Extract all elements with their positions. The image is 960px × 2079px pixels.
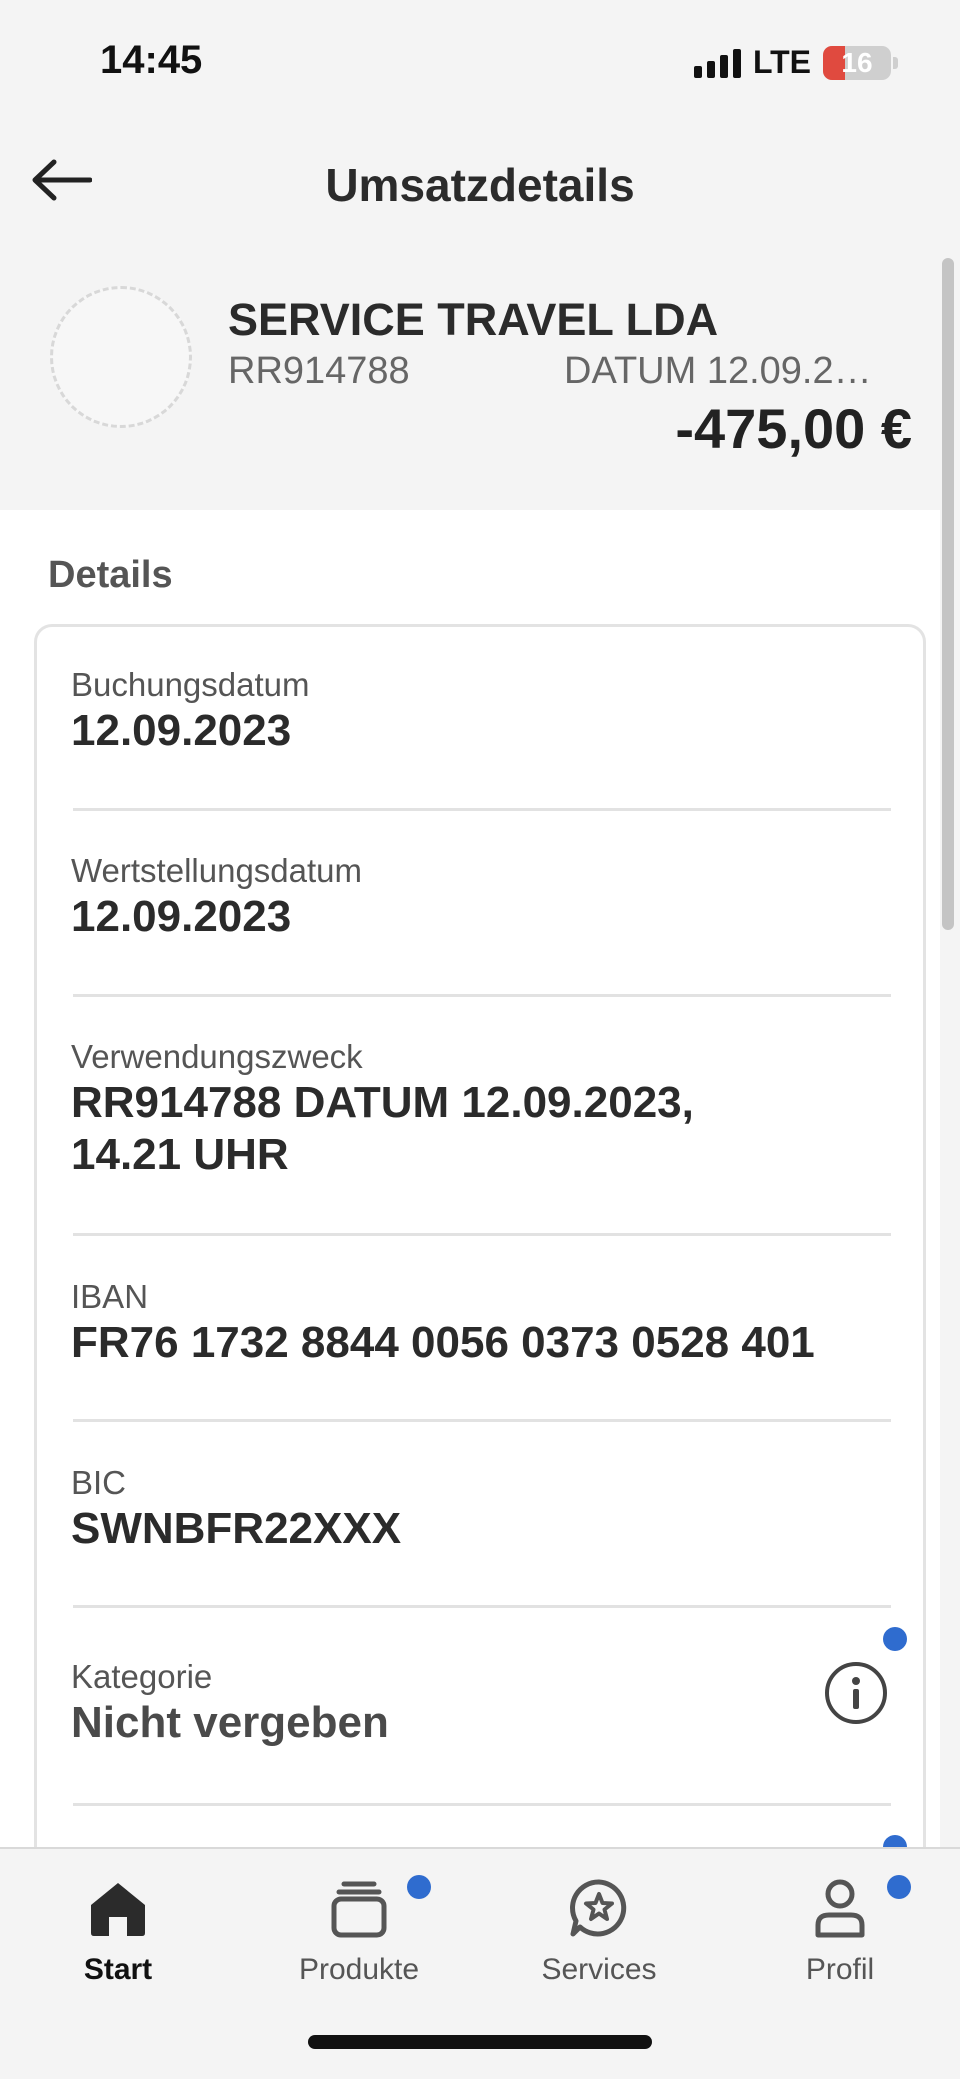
status-bar: 14:45 LTE 16: [0, 0, 960, 120]
transaction-reference: RR914788: [228, 350, 410, 392]
row-value: Nicht vergeben: [71, 1698, 389, 1747]
divider: [73, 1803, 891, 1806]
notification-dot: [883, 1627, 907, 1651]
divider: [73, 1233, 891, 1236]
network-type: LTE: [752, 44, 811, 80]
row-value: FR76 1732 8844 0056 0373 0528 401: [71, 1318, 815, 1367]
details-card: Buchungsdatum 12.09.2023 Wertstellungsda…: [34, 624, 926, 1924]
detail-row-purpose: Verwendungszweck RR914788 DATUM 12.09.20…: [71, 1037, 891, 1181]
notification-dot: [887, 1875, 911, 1899]
nav-item-start[interactable]: Start: [18, 1873, 218, 2003]
detail-row-bic: BIC SWNBFR22XXX: [71, 1463, 891, 1555]
nav-label: Services: [541, 1953, 657, 1986]
row-label: Kategorie: [71, 1658, 213, 1695]
home-indicator[interactable]: [308, 2035, 652, 2049]
signal-icon: [693, 48, 741, 78]
divider: [73, 1419, 891, 1422]
merchant-name: SERVICE TRAVEL LDA: [228, 294, 719, 345]
transaction-amount: -475,00 €: [675, 397, 912, 460]
bottom-navigation: Start Produkte Services Profil: [0, 1847, 960, 2079]
row-label: Buchungsdatum: [71, 666, 310, 703]
detail-row-booking-date: Buchungsdatum 12.09.2023: [71, 665, 891, 757]
nav-item-produkte[interactable]: Produkte: [259, 1873, 459, 2003]
nav-item-profil[interactable]: Profil: [740, 1873, 940, 2003]
battery-icon: 16: [823, 45, 891, 80]
page-header: Umsatzdetails: [0, 130, 960, 240]
section-title: Details: [48, 554, 173, 596]
status-indicators: LTE 16: [693, 44, 898, 81]
scrollbar[interactable]: [942, 258, 954, 930]
nav-item-services[interactable]: Services: [499, 1873, 699, 2003]
row-label: Wertstellungsdatum: [71, 852, 363, 889]
battery-nub: [893, 56, 898, 69]
person-icon: [815, 1879, 865, 1938]
detail-row-iban: IBAN FR76 1732 8844 0056 0373 0528 401: [71, 1277, 891, 1369]
row-label: IBAN: [71, 1278, 149, 1315]
divider: [73, 994, 891, 997]
row-value: 12.09.2023: [71, 706, 292, 755]
row-value: SWNBFR22XXX: [71, 1504, 402, 1553]
nav-label: Profil: [805, 1953, 875, 1986]
home-icon: [91, 1883, 145, 1936]
divider: [73, 808, 891, 811]
row-value: 12.09.2023: [71, 892, 292, 941]
notification-dot: [407, 1875, 431, 1899]
page-title: Umsatzdetails: [325, 159, 635, 211]
status-time: 14:45: [100, 38, 203, 82]
merchant-avatar: [50, 286, 192, 428]
star-chat-icon: [570, 1879, 627, 1937]
row-label: Verwendungszweck: [71, 1038, 363, 1075]
detail-row-category[interactable]: Kategorie Nicht vergeben: [71, 1657, 891, 1749]
transaction-date-preview: DATUM 12.09.2…: [564, 350, 872, 392]
row-value-line-1: RR914788 DATUM 12.09.2023,: [71, 1078, 694, 1127]
nav-label: Produkte: [298, 1953, 420, 1986]
transaction-summary: SERVICE TRAVEL LDA RR914788 DATUM 12.09.…: [0, 250, 960, 510]
row-label: BIC: [71, 1464, 127, 1501]
info-icon: [852, 1677, 860, 1709]
info-button[interactable]: [825, 1662, 887, 1724]
battery-level: 16: [841, 46, 873, 78]
nav-label: Start: [83, 1953, 153, 1986]
divider: [73, 1605, 891, 1608]
details-section: Details Buchungsdatum 12.09.2023 Wertste…: [0, 510, 940, 1924]
stack-icon: [331, 1881, 387, 1938]
detail-row-value-date: Wertstellungsdatum 12.09.2023: [71, 851, 891, 943]
row-value-line-2: 14.21 UHR: [71, 1130, 289, 1179]
